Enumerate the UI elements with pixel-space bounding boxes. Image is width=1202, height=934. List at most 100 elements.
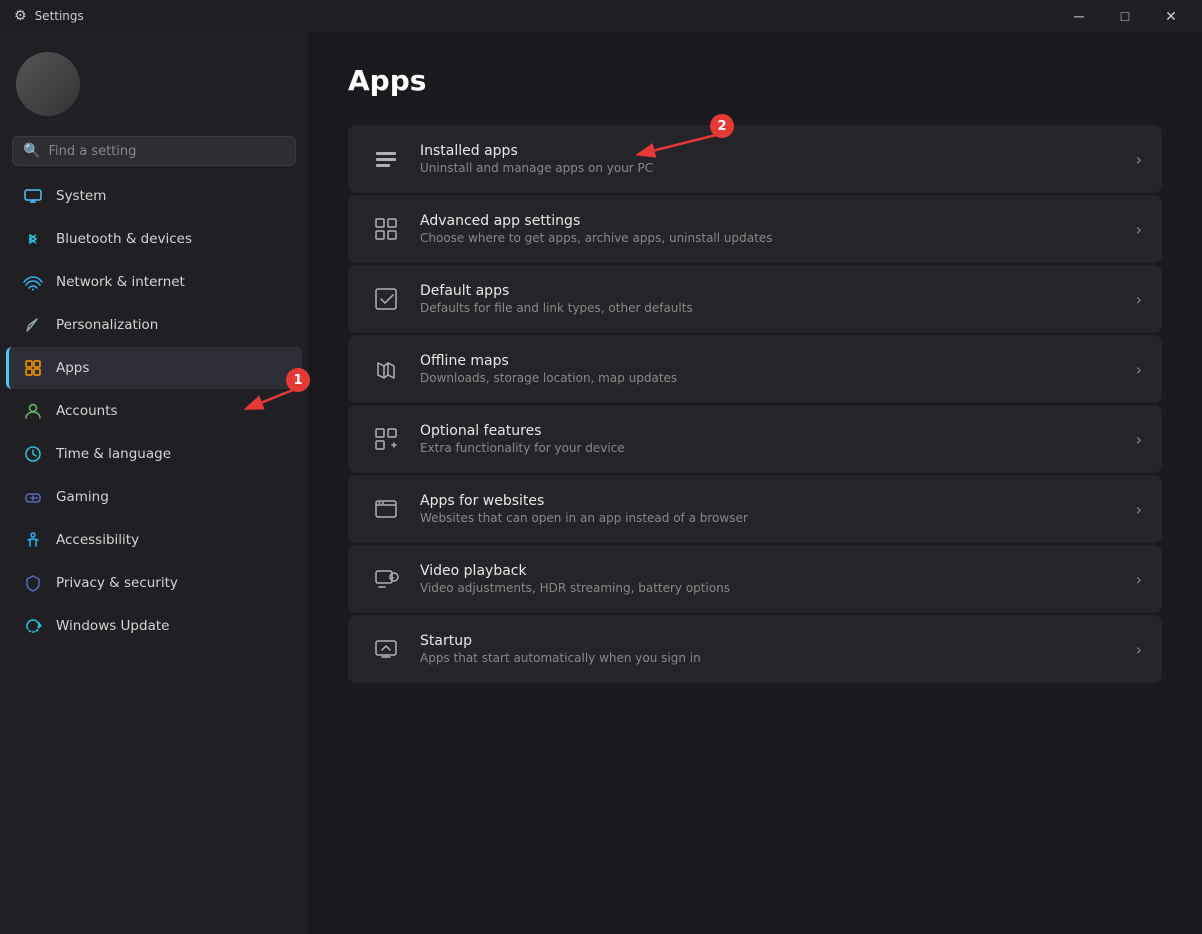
offline-maps-icon — [368, 351, 404, 387]
sidebar: 🔍 System Bluetooth & devices — [0, 32, 308, 934]
optional-features-title: Optional features — [420, 423, 1120, 439]
search-icon: 🔍 — [23, 143, 40, 159]
video-playback-text: Video playback Video adjustments, HDR st… — [420, 563, 1120, 595]
titlebar-left: ⚙ Settings — [14, 8, 84, 24]
advanced-desc: Choose where to get apps, archive apps, … — [420, 231, 1120, 245]
sidebar-item-system[interactable]: System — [6, 175, 302, 217]
apps-websites-title: Apps for websites — [420, 493, 1120, 509]
settings-item-startup[interactable]: Startup Apps that start automatically wh… — [348, 615, 1162, 683]
settings-item-video-playback[interactable]: Video playback Video adjustments, HDR st… — [348, 545, 1162, 613]
settings-item-installed-apps[interactable]: Installed apps Uninstall and manage apps… — [348, 125, 1162, 193]
settings-item-apps-websites[interactable]: Apps for websites Websites that can open… — [348, 475, 1162, 543]
apps-websites-chevron: › — [1136, 500, 1142, 519]
privacy-icon — [22, 572, 44, 594]
offline-maps-title: Offline maps — [420, 353, 1120, 369]
installed-apps-chevron: › — [1136, 150, 1142, 169]
sidebar-item-label: Windows Update — [56, 618, 169, 634]
default-apps-title: Default apps — [420, 283, 1120, 299]
time-icon — [22, 443, 44, 465]
advanced-chevron: › — [1136, 220, 1142, 239]
startup-desc: Apps that start automatically when you s… — [420, 651, 1120, 665]
sidebar-item-label: System — [56, 188, 106, 204]
sidebar-item-label: Apps — [56, 360, 89, 376]
startup-chevron: › — [1136, 640, 1142, 659]
video-playback-chevron: › — [1136, 570, 1142, 589]
sidebar-item-label: Gaming — [56, 489, 109, 505]
installed-apps-icon — [368, 141, 404, 177]
sidebar-item-personalization[interactable]: Personalization — [6, 304, 302, 346]
default-apps-chevron: › — [1136, 290, 1142, 309]
close-button[interactable]: ✕ — [1148, 0, 1194, 32]
app-title: Settings — [35, 9, 84, 23]
settings-item-optional-features[interactable]: Optional features Extra functionality fo… — [348, 405, 1162, 473]
sidebar-item-label: Bluetooth & devices — [56, 231, 192, 247]
sidebar-item-label: Time & language — [56, 446, 171, 462]
sidebar-item-accounts[interactable]: Accounts — [6, 390, 302, 432]
update-icon — [22, 615, 44, 637]
avatar — [16, 52, 80, 116]
advanced-title: Advanced app settings — [420, 213, 1120, 229]
settings-item-offline-maps[interactable]: Offline maps Downloads, storage location… — [348, 335, 1162, 403]
sidebar-item-bluetooth[interactable]: Bluetooth & devices — [6, 218, 302, 260]
apps-websites-desc: Websites that can open in an app instead… — [420, 511, 1120, 525]
network-icon — [22, 271, 44, 293]
gaming-icon — [22, 486, 44, 508]
accounts-icon — [22, 400, 44, 422]
sidebar-item-time[interactable]: Time & language — [6, 433, 302, 475]
startup-title: Startup — [420, 633, 1120, 649]
search-box[interactable]: 🔍 — [12, 136, 296, 166]
sidebar-item-apps[interactable]: Apps — [6, 347, 302, 389]
sidebar-item-label: Accessibility — [56, 532, 139, 548]
app-container: 🔍 System Bluetooth & devices — [0, 32, 1202, 934]
apps-websites-icon — [368, 491, 404, 527]
system-icon — [22, 185, 44, 207]
search-input[interactable] — [48, 144, 285, 159]
advanced-icon — [368, 211, 404, 247]
titlebar: ⚙ Settings ─ □ ✕ — [0, 0, 1202, 32]
sidebar-item-update[interactable]: Windows Update — [6, 605, 302, 647]
installed-apps-text: Installed apps Uninstall and manage apps… — [420, 143, 1120, 175]
startup-icon — [368, 631, 404, 667]
optional-features-icon — [368, 421, 404, 457]
settings-icon: ⚙ — [14, 8, 27, 24]
video-playback-title: Video playback — [420, 563, 1120, 579]
offline-maps-text: Offline maps Downloads, storage location… — [420, 353, 1120, 385]
default-apps-text: Default apps Defaults for file and link … — [420, 283, 1120, 315]
minimize-button[interactable]: ─ — [1056, 0, 1102, 32]
sidebar-item-privacy[interactable]: Privacy & security — [6, 562, 302, 604]
page-title: Apps — [348, 64, 1162, 97]
offline-maps-desc: Downloads, storage location, map updates — [420, 371, 1120, 385]
advanced-text: Advanced app settings Choose where to ge… — [420, 213, 1120, 245]
sidebar-item-label: Privacy & security — [56, 575, 178, 591]
settings-item-advanced[interactable]: Advanced app settings Choose where to ge… — [348, 195, 1162, 263]
accessibility-icon — [22, 529, 44, 551]
personalization-icon — [22, 314, 44, 336]
sidebar-item-label: Accounts — [56, 403, 118, 419]
bluetooth-icon — [22, 228, 44, 250]
optional-features-desc: Extra functionality for your device — [420, 441, 1120, 455]
sidebar-item-label: Personalization — [56, 317, 158, 333]
avatar-area — [0, 32, 308, 132]
startup-text: Startup Apps that start automatically wh… — [420, 633, 1120, 665]
optional-features-chevron: › — [1136, 430, 1142, 449]
sidebar-nav: System Bluetooth & devices Network & int… — [0, 174, 308, 648]
apps-websites-text: Apps for websites Websites that can open… — [420, 493, 1120, 525]
default-apps-desc: Defaults for file and link types, other … — [420, 301, 1120, 315]
apps-icon — [22, 357, 44, 379]
sidebar-item-network[interactable]: Network & internet — [6, 261, 302, 303]
installed-apps-desc: Uninstall and manage apps on your PC — [420, 161, 1120, 175]
sidebar-item-label: Network & internet — [56, 274, 185, 290]
sidebar-item-accessibility[interactable]: Accessibility — [6, 519, 302, 561]
offline-maps-chevron: › — [1136, 360, 1142, 379]
video-playback-icon — [368, 561, 404, 597]
sidebar-item-gaming[interactable]: Gaming — [6, 476, 302, 518]
maximize-button[interactable]: □ — [1102, 0, 1148, 32]
settings-item-default-apps[interactable]: Default apps Defaults for file and link … — [348, 265, 1162, 333]
content-area: Apps Installed apps Uninstall and manage… — [308, 32, 1202, 934]
optional-features-text: Optional features Extra functionality fo… — [420, 423, 1120, 455]
settings-list: Installed apps Uninstall and manage apps… — [348, 125, 1162, 683]
video-playback-desc: Video adjustments, HDR streaming, batter… — [420, 581, 1120, 595]
installed-apps-title: Installed apps — [420, 143, 1120, 159]
default-apps-icon — [368, 281, 404, 317]
titlebar-controls: ─ □ ✕ — [1056, 0, 1194, 32]
